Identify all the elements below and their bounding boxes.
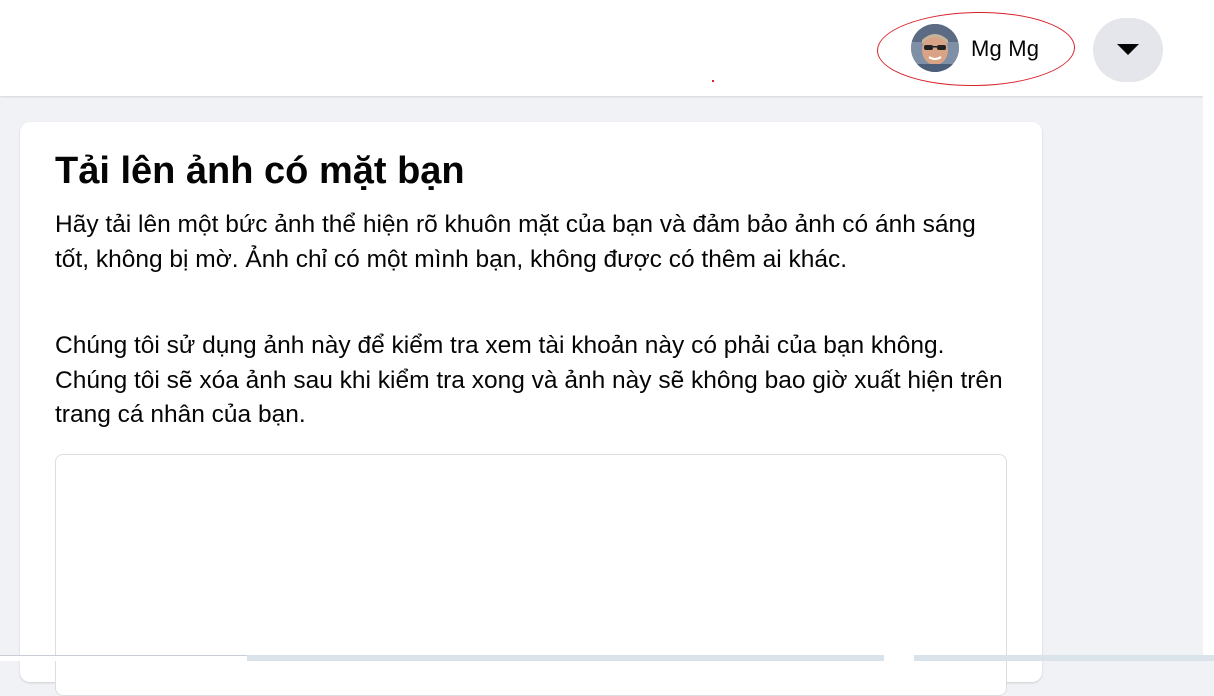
scrollbar-segment [884, 655, 914, 661]
scrollbar-track[interactable] [1203, 0, 1214, 661]
account-menu-button[interactable] [1093, 18, 1163, 82]
user-avatar-icon [911, 24, 959, 72]
page-title: Tải lên ảnh có mặt bạn [55, 150, 465, 192]
annotation-mark [712, 80, 714, 82]
profile-button[interactable]: Mg Mg [894, 20, 1070, 76]
avatar[interactable] [911, 24, 959, 72]
caret-down-icon [1117, 44, 1139, 55]
instructions-paragraph: Hãy tải lên một bức ảnh thể hiện rõ khuô… [55, 211, 976, 273]
profile-name[interactable]: Mg Mg [971, 36, 1039, 62]
privacy-paragraph: Chúng tôi sử dụng ảnh này để kiểm tra xe… [55, 332, 1003, 428]
scrollbar-segment [0, 655, 247, 661]
bottom-scrollbar[interactable] [0, 655, 1214, 661]
upload-photo-card: Tải lên ảnh có mặt bạn Hãy tải lên một b… [20, 122, 1042, 696]
